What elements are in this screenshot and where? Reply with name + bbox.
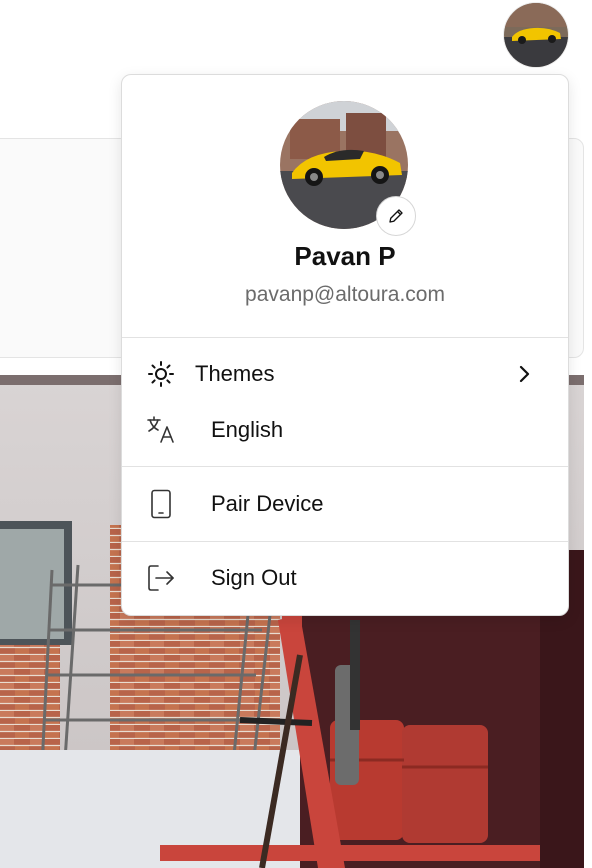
divider — [122, 541, 568, 542]
sign-out-icon — [146, 563, 176, 593]
menu-item-language[interactable]: English — [122, 406, 568, 454]
menu-item-label: Sign Out — [211, 565, 297, 590]
profile-email: pavanp@altoura.com — [245, 283, 445, 306]
sun-icon — [146, 359, 176, 389]
chevron-right-icon — [519, 365, 530, 383]
translate-icon — [146, 415, 176, 445]
account-avatar-button[interactable] — [504, 3, 568, 67]
menu-item-label: Themes — [195, 361, 275, 386]
menu-item-themes[interactable]: Themes — [122, 350, 568, 398]
edit-avatar-button[interactable] — [376, 196, 416, 236]
menu-item-label: Pair Device — [211, 491, 324, 516]
menu-item-label: English — [211, 417, 284, 442]
tablet-icon — [146, 489, 176, 519]
divider — [122, 466, 568, 467]
menu-item-pair-device[interactable]: Pair Device — [122, 480, 568, 528]
divider — [122, 337, 568, 338]
pencil-icon — [389, 209, 403, 223]
profile-name: Pavan P — [294, 241, 396, 271]
car-photo-icon — [504, 3, 568, 67]
menu-item-sign-out[interactable]: Sign Out — [122, 554, 568, 602]
profile-dropdown-menu: Pavan P pavanp@altoura.com Themes Englis… — [121, 74, 569, 616]
